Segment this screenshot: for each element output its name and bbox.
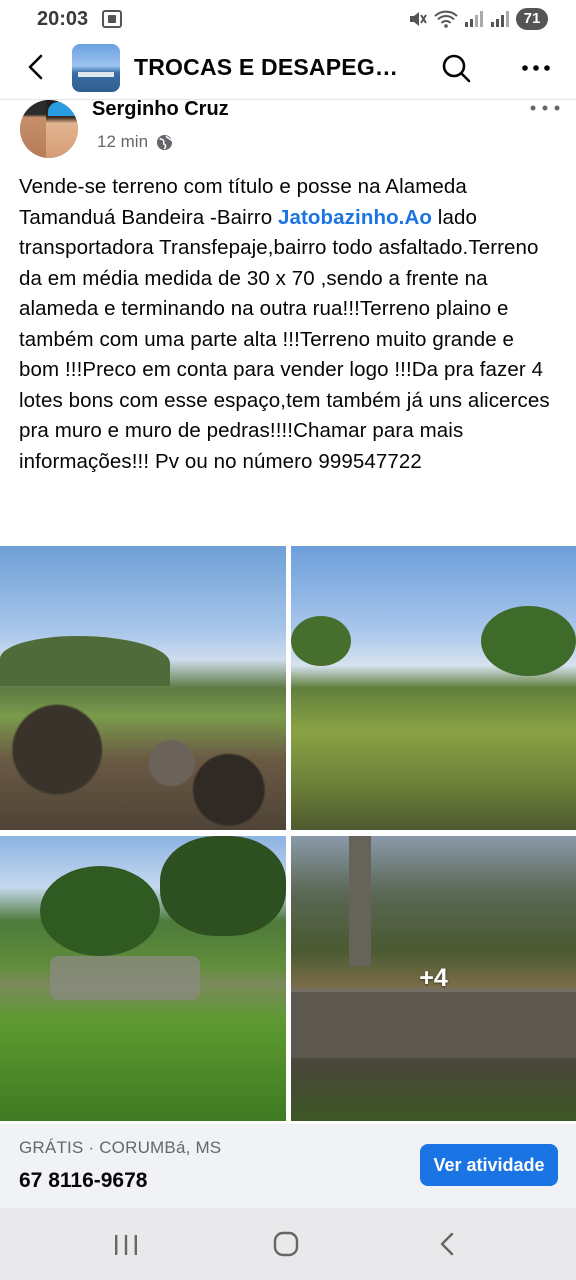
more-photos-count: +4 — [419, 964, 448, 992]
post-photo-2[interactable] — [291, 546, 576, 830]
back-button[interactable] — [22, 52, 52, 82]
post-meta: 12 min — [97, 132, 173, 152]
group-thumbnail[interactable] — [72, 44, 120, 92]
mute-icon — [410, 12, 427, 26]
post-photo-4-more[interactable]: +4 — [291, 836, 576, 1121]
chevron-left-icon — [28, 54, 43, 80]
status-bar: 20:03 71 — [0, 0, 576, 38]
battery-indicator: 71 — [516, 8, 548, 30]
group-header: TROCAS E DESAPEGOS CORUMBÁ — [0, 38, 576, 100]
signal-icon — [465, 11, 483, 27]
system-back-button[interactable] — [436, 1232, 460, 1256]
view-activity-button[interactable]: Ver atividade — [420, 1144, 558, 1186]
post-time[interactable]: 12 min — [97, 132, 148, 152]
gallery-notification-icon — [102, 10, 122, 28]
home-icon — [273, 1231, 299, 1257]
group-title[interactable]: TROCAS E DESAPEGOS CORUMBÁ — [134, 54, 414, 81]
post-photo-3[interactable] — [0, 836, 286, 1121]
home-button[interactable] — [272, 1230, 300, 1258]
status-icons: 71 — [408, 8, 548, 30]
signal-icon-2 — [491, 11, 509, 27]
search-icon — [442, 54, 471, 83]
more-options-button[interactable] — [520, 52, 552, 84]
status-time: 20:03 — [37, 8, 89, 30]
recent-apps-button[interactable] — [112, 1234, 140, 1256]
post-photo-1[interactable] — [0, 546, 286, 830]
listing-meta: GRÁTIS · CORUMBá, MS — [19, 1138, 222, 1157]
post-options-button[interactable] — [528, 98, 562, 118]
more-horizontal-icon — [522, 65, 550, 71]
post-body: Vende-se terreno com título e posse na A… — [19, 172, 559, 477]
author-name[interactable]: Serginho Cruz — [92, 98, 229, 121]
wifi-icon — [434, 10, 458, 28]
recent-apps-icon — [115, 1235, 137, 1255]
listing-bar: GRÁTIS · CORUMBá, MS 67 8116-9678 Ver at… — [0, 1124, 576, 1208]
author-avatar[interactable] — [20, 100, 78, 158]
system-nav-bar — [0, 1208, 576, 1280]
chevron-left-icon — [440, 1232, 454, 1256]
more-horizontal-icon — [530, 105, 560, 111]
search-button[interactable] — [440, 52, 472, 84]
listing-phone: 67 8116-9678 — [19, 1169, 148, 1192]
post-link[interactable]: Jatobazinho.Ao — [278, 206, 432, 229]
post-text-part-2: lado transportadora Transfepaje,bairro t… — [19, 205, 550, 473]
globe-icon — [156, 134, 173, 150]
